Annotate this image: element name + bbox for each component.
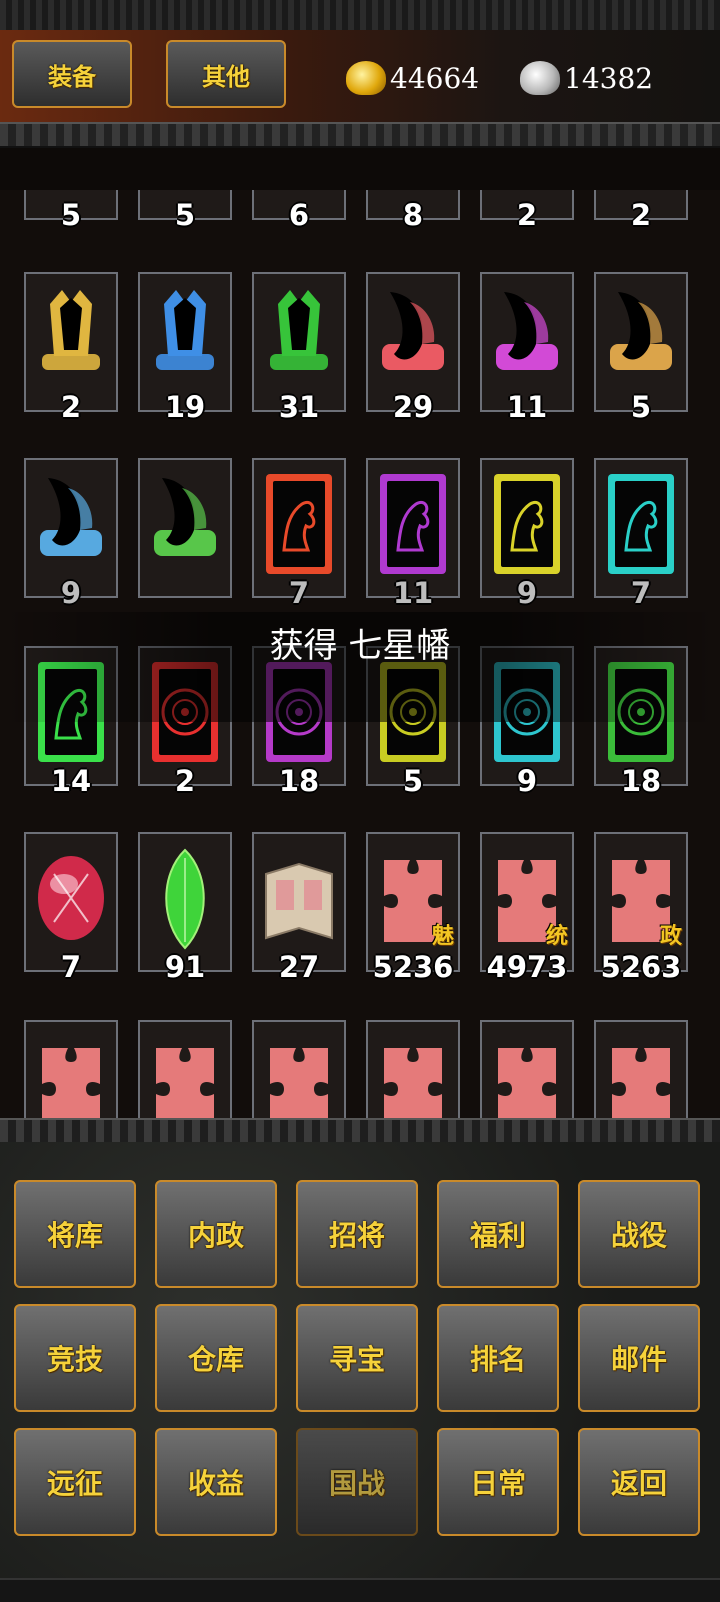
item-count: 6: [288, 198, 310, 232]
item-count: 5236: [372, 950, 454, 984]
inventory-slot[interactable]: [138, 1020, 232, 1118]
inventory-slot[interactable]: [366, 1020, 460, 1118]
bottom-border: [0, 1578, 720, 1602]
item-count: 31: [278, 390, 320, 424]
item-count: 9: [516, 576, 538, 610]
item-count: 2: [630, 198, 652, 232]
item-count: 2: [516, 198, 538, 232]
warehouse-button[interactable]: 仓库: [155, 1304, 277, 1412]
inventory-slot[interactable]: [252, 1020, 346, 1118]
inventory-slot[interactable]: 5: [594, 272, 688, 424]
item-count: 5: [60, 198, 82, 232]
item-count: 19: [164, 390, 206, 424]
attribute-tag: 政: [659, 924, 682, 949]
item-count: 2: [174, 764, 196, 798]
inventory-slot[interactable]: 9: [480, 458, 574, 610]
gold-ingot-icon: [346, 61, 386, 95]
inventory-slot[interactable]: 5: [24, 190, 118, 232]
menu-divider: [0, 1118, 720, 1144]
inventory-slot[interactable]: 9: [24, 458, 118, 610]
treasure-hunt-button[interactable]: 寻宝: [296, 1304, 418, 1412]
inventory-slot[interactable]: 统 4973: [480, 832, 574, 984]
item-count: 5: [402, 764, 424, 798]
inventory-slot[interactable]: 2: [480, 190, 574, 232]
equipment-tab[interactable]: 装备: [12, 40, 132, 108]
campaign-button[interactable]: 战役: [578, 1180, 700, 1288]
mail-button[interactable]: 邮件: [578, 1304, 700, 1412]
inventory-slot[interactable]: [138, 458, 232, 598]
inventory-slot[interactable]: 2: [24, 272, 118, 424]
item-count: 5: [630, 390, 652, 424]
item-count: 9: [60, 576, 82, 610]
recruit-generals-button[interactable]: 招将: [296, 1180, 418, 1288]
attribute-tag: 魅: [431, 924, 454, 949]
general-storage-button[interactable]: 将库: [14, 1180, 136, 1288]
inventory-slot[interactable]: 2: [594, 190, 688, 232]
inventory-slot[interactable]: 19: [138, 272, 232, 424]
inventory-slot[interactable]: 政 5263: [594, 832, 688, 984]
item-count: 29: [392, 390, 434, 424]
arena-button[interactable]: 竞技: [14, 1304, 136, 1412]
item-count: 18: [620, 764, 662, 798]
main-menu-panel: 将库 内政 招将 福利 战役竞技 仓库 寻宝 排名 邮件远征 收益 国战 日常 返回: [0, 1142, 720, 1600]
inventory-slot[interactable]: 11: [366, 458, 460, 610]
item-count: 9: [516, 764, 538, 798]
item-count: 27: [278, 950, 320, 984]
gold-currency: 44664: [346, 54, 479, 102]
item-count: 18: [278, 764, 320, 798]
inventory-slot[interactable]: 91: [138, 832, 232, 984]
inventory-slot[interactable]: 7: [594, 458, 688, 610]
inventory-slot[interactable]: 29: [366, 272, 460, 424]
attribute-tag: 统: [545, 924, 568, 949]
earnings-button[interactable]: 收益: [155, 1428, 277, 1536]
domestic-affairs-button[interactable]: 内政: [155, 1180, 277, 1288]
inventory-slot[interactable]: 魅 5236: [366, 832, 460, 984]
inventory-header: 装备 其他 44664 14382: [0, 30, 720, 122]
item-count: 7: [288, 576, 310, 610]
item-count: 2: [60, 390, 82, 424]
daily-button[interactable]: 日常: [437, 1428, 559, 1536]
item-count: 7: [60, 950, 82, 984]
inventory-slot[interactable]: 5: [138, 190, 232, 232]
item-count: 4973: [486, 950, 568, 984]
inventory-slot[interactable]: [594, 1020, 688, 1118]
silver-currency: 14382: [520, 54, 653, 102]
item-count: 11: [392, 576, 434, 610]
gold-amount: 44664: [390, 61, 480, 95]
inventory-slot[interactable]: 27: [252, 832, 346, 984]
item-count: 7: [630, 576, 652, 610]
item-obtained-toast: 获得 七星幡: [269, 626, 451, 666]
expedition-button[interactable]: 远征: [14, 1428, 136, 1536]
inventory-slot[interactable]: 11: [480, 272, 574, 424]
other-tab[interactable]: 其他: [166, 40, 286, 108]
inventory-slot[interactable]: 6: [252, 190, 346, 232]
silver-amount: 14382: [564, 61, 654, 95]
item-count: 11: [506, 390, 548, 424]
inventory-slot[interactable]: 7: [24, 832, 118, 984]
welfare-button[interactable]: 福利: [437, 1180, 559, 1288]
header-divider: [0, 122, 720, 148]
inventory-slot[interactable]: 7: [252, 458, 346, 610]
inventory-slot[interactable]: [480, 1020, 574, 1118]
inventory-slot[interactable]: 31: [252, 272, 346, 424]
item-count: 5: [174, 198, 196, 232]
item-count: 5263: [600, 950, 682, 984]
item-count: 14: [50, 764, 92, 798]
inventory-slot[interactable]: 8: [366, 190, 460, 232]
back-button[interactable]: 返回: [578, 1428, 700, 1536]
nation-war-button[interactable]: 国战: [296, 1428, 418, 1536]
inventory-slot[interactable]: [24, 1020, 118, 1118]
item-count: 8: [402, 198, 424, 232]
ranking-button[interactable]: 排名: [437, 1304, 559, 1412]
top-border: [0, 0, 720, 32]
silver-ingot-icon: [520, 61, 560, 95]
item-count: 91: [164, 950, 206, 984]
